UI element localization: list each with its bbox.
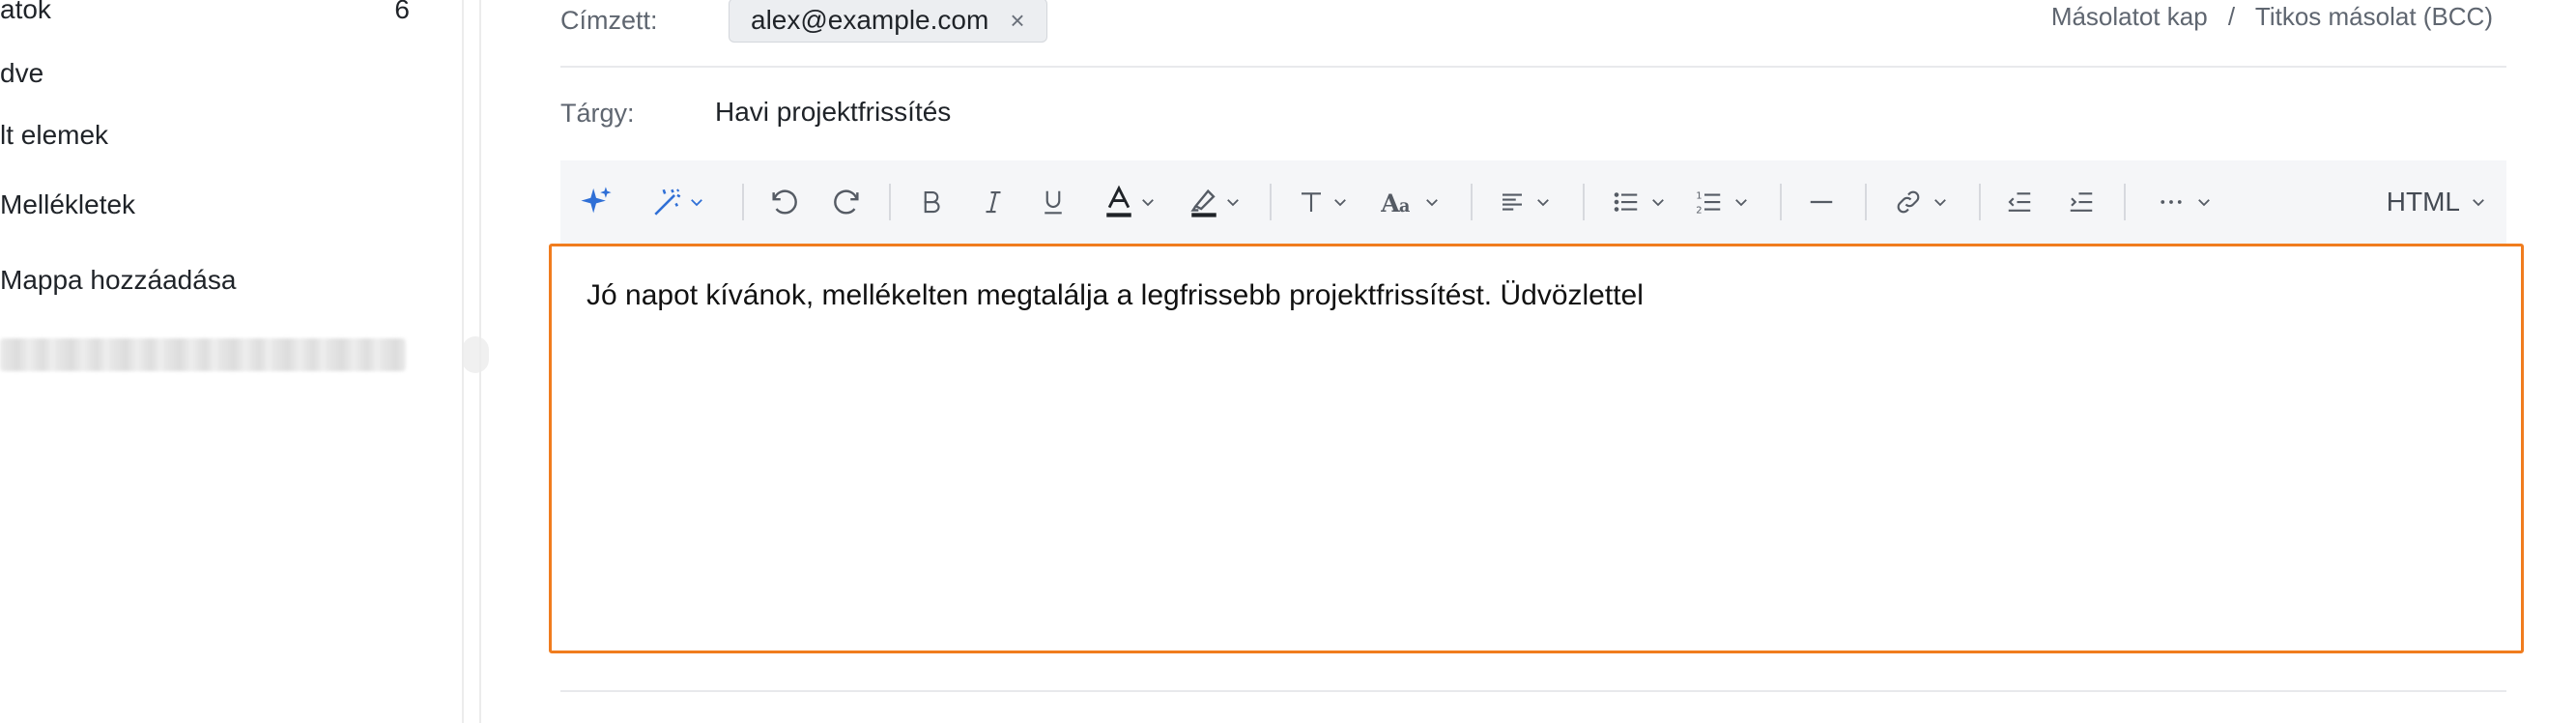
cc-link[interactable]: Másolatot kap — [2051, 2, 2208, 31]
outdent-icon[interactable] — [1996, 160, 2043, 244]
sidebar-item-label: Mellékletek — [0, 189, 136, 219]
toolbar-separator — [1780, 184, 1782, 220]
sidebar-item-partial-2[interactable]: dve — [0, 58, 43, 89]
sidebar-item-partial-1[interactable]: atok — [0, 0, 51, 25]
cc-separator: / — [2227, 2, 2236, 31]
svg-text:A: A — [1381, 189, 1400, 217]
svg-text:2: 2 — [1696, 205, 1702, 216]
underline-icon[interactable] — [1032, 160, 1074, 244]
sidebar-item-label: dve — [0, 58, 44, 88]
toolbar-separator — [1583, 184, 1585, 220]
format-mode-dropdown[interactable]: HTML — [2387, 160, 2487, 244]
toolbar-separator — [1865, 184, 1867, 220]
message-body-text: Jó napot kívánok, mellékelten megtalálja… — [587, 279, 1644, 311]
svg-text:a: a — [1399, 197, 1410, 217]
toolbar-separator — [1979, 184, 1981, 220]
chevron-down-icon — [2473, 199, 2484, 207]
sidebar-item-label: atok — [0, 0, 51, 24]
pane-divider[interactable] — [479, 0, 481, 723]
sidebar-item-deleted[interactable]: lt elemek — [0, 120, 108, 151]
magic-wand-icon[interactable] — [649, 160, 707, 244]
redo-icon[interactable] — [825, 160, 868, 244]
sidebar-item-label: Mappa hozzáadása — [0, 265, 237, 295]
unread-count: 6 — [394, 0, 410, 24]
more-icon[interactable] — [2149, 160, 2220, 244]
numbered-list-icon[interactable]: 12 — [1687, 160, 1757, 244]
toolbar-separator — [889, 184, 891, 220]
toolbar-separator — [1270, 184, 1272, 220]
format-mode-label: HTML — [2386, 187, 2460, 217]
cc-bcc-links: Másolatot kap / Titkos másolat (BCC) — [2051, 2, 2493, 32]
recipient-chip[interactable]: alex@example.com × — [729, 0, 1047, 43]
blurred-account-info — [0, 338, 406, 371]
link-icon[interactable] — [1884, 160, 1958, 244]
bcc-link[interactable]: Titkos másolat (BCC) — [2255, 2, 2493, 31]
toolbar-separator — [2124, 184, 2126, 220]
remove-recipient-icon[interactable]: × — [1010, 6, 1024, 36]
text-size-icon[interactable] — [1291, 160, 1355, 244]
toolbar-separator — [742, 184, 744, 220]
highlight-icon[interactable] — [1183, 160, 1246, 244]
font-family-icon[interactable]: Aa — [1374, 160, 1447, 244]
font-color-icon[interactable] — [1098, 160, 1161, 244]
bullet-list-icon[interactable] — [1604, 160, 1674, 244]
add-folder-button[interactable]: Mappa hozzáadása — [0, 265, 236, 296]
horizontal-rule-icon[interactable] — [1797, 160, 1846, 244]
bold-icon[interactable] — [910, 160, 953, 244]
subject-field[interactable]: Havi projektfrissítés — [715, 97, 951, 128]
indent-icon[interactable] — [2058, 160, 2104, 244]
sidebar-item-attachments[interactable]: Mellékletek — [0, 189, 135, 220]
editor-toolbar: Aa 12 HTML — [560, 160, 2506, 244]
italic-icon[interactable] — [972, 160, 1015, 244]
to-label: Címzett: — [560, 6, 658, 35]
sidebar-item-label: lt elemek — [0, 120, 109, 150]
to-divider — [560, 66, 2506, 68]
editor-bottom-divider — [560, 690, 2506, 692]
subject-label: Tárgy: — [560, 99, 635, 128]
sidebar: atok 6 dve lt elemek Mellékletek Mappa h… — [0, 0, 462, 723]
recipient-address: alex@example.com — [751, 5, 989, 35]
message-body-editor[interactable]: Jó napot kívánok, mellékelten megtalálja… — [549, 244, 2524, 653]
align-icon[interactable] — [1490, 160, 1560, 244]
undo-icon[interactable] — [763, 160, 806, 244]
sidebar-collapse-handle[interactable] — [462, 336, 489, 373]
toolbar-separator — [1471, 184, 1473, 220]
ai-sparkle-icon[interactable] — [578, 160, 615, 244]
sidebar-divider — [462, 0, 464, 723]
svg-text:1: 1 — [1696, 190, 1702, 201]
